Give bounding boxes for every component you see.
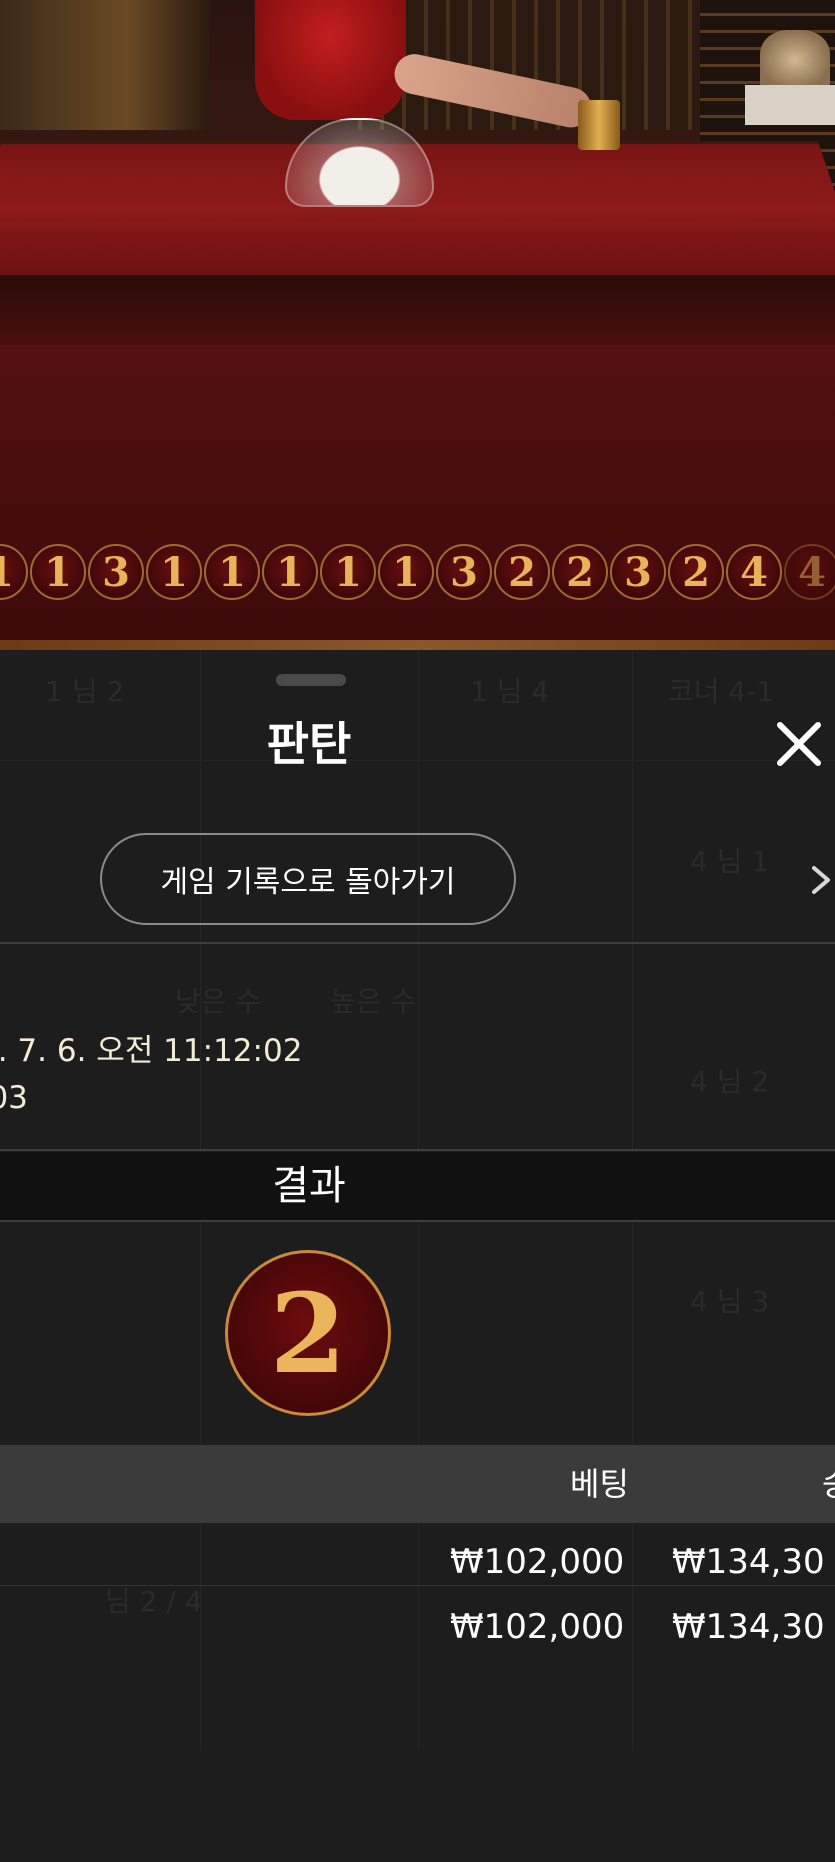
result-bar: 결과 <box>0 1152 835 1220</box>
history-bead: 2 <box>494 544 550 600</box>
bet-amount: ₩102,000 <box>450 1607 625 1647</box>
close-button[interactable] <box>772 717 826 771</box>
video-bottom-trim <box>0 640 835 650</box>
close-icon <box>777 722 821 766</box>
dragon-statue <box>760 30 830 90</box>
ghost-label: 4 님 1 <box>690 845 770 878</box>
row-divider <box>0 1585 835 1586</box>
history-bead: 1 <box>262 544 318 600</box>
ghost-label: 낮은 수 <box>175 985 262 1018</box>
live-video-feed: 113111113223244 <box>0 0 835 650</box>
dealer <box>255 0 405 120</box>
section-divider <box>0 942 835 944</box>
ghost-label: 4 님 2 <box>690 1065 770 1098</box>
history-bead: 1 <box>378 544 434 600</box>
back-to-game-history-button[interactable]: 게임 기록으로 돌아가기 <box>100 833 516 925</box>
game-table-edge <box>0 275 835 345</box>
section-divider <box>0 1220 835 1222</box>
gold-cup <box>578 100 620 150</box>
ghost-label: 높은 수 <box>330 985 417 1018</box>
history-bead: 2 <box>552 544 608 600</box>
history-bead: 1 <box>30 544 86 600</box>
sheet-title: 판탄 <box>266 717 352 771</box>
result-detail-sheet: 1 님 2 1 님 4 코너 4-1 4 님 1 낮은 수 높은 수 4 님 2… <box>0 650 835 1862</box>
result-label: 결과 <box>272 1163 346 1209</box>
wall-decor-left <box>0 0 210 130</box>
table-row: ₩102,000 ₩134,30 <box>0 1595 835 1659</box>
round-time: :03 <box>0 1080 28 1116</box>
round-datetime: 4. 7. 6. 오전 11:12:02 <box>0 1033 303 1069</box>
chevron-right-icon <box>812 866 830 894</box>
ghost-label: 코너 4-1 <box>668 675 775 708</box>
history-bead: 2 <box>668 544 724 600</box>
ghost-label: 1 님 2 <box>45 675 125 708</box>
history-bead: 4 <box>784 544 835 600</box>
section-divider <box>0 1149 835 1151</box>
history-bead: 1 <box>0 544 28 600</box>
result-number-ball: 2 <box>225 1250 391 1416</box>
result-number: 2 <box>269 1268 347 1398</box>
back-to-game-history-label: 게임 기록으로 돌아가기 <box>160 865 456 900</box>
column-header-payout: 승 <box>822 1445 835 1523</box>
payout-amount: ₩134,30 <box>672 1607 825 1647</box>
statue-pedestal <box>745 85 835 125</box>
sheet-drag-handle[interactable] <box>276 674 346 686</box>
history-bead: 4 <box>726 544 782 600</box>
bets-table-header: 베팅 승 <box>0 1445 835 1523</box>
history-bead: 3 <box>610 544 666 600</box>
history-bead: 3 <box>88 544 144 600</box>
history-bead: 1 <box>146 544 202 600</box>
next-arrow-button[interactable] <box>806 860 835 900</box>
bead-dome <box>285 118 434 207</box>
history-bead: 3 <box>436 544 492 600</box>
ghost-label: 1 님 4 <box>470 675 550 708</box>
column-header-bet: 베팅 <box>570 1465 629 1503</box>
ghost-label: 4 님 3 <box>690 1285 770 1318</box>
results-history-road: 113111113223244 <box>0 544 835 608</box>
history-bead: 1 <box>204 544 260 600</box>
history-bead: 1 <box>320 544 376 600</box>
